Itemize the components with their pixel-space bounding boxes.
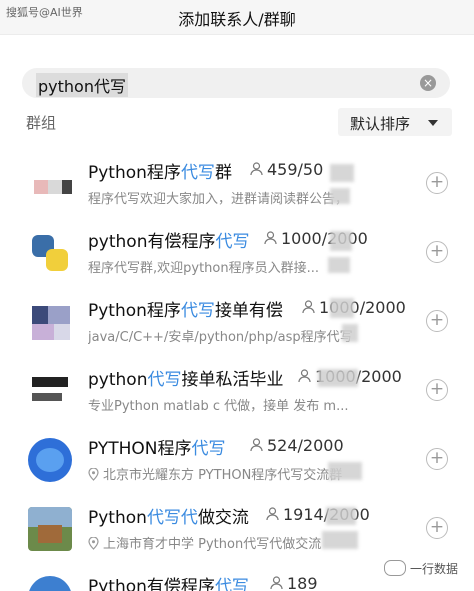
member-count-text: 189 [287,574,318,591]
member-count: 459/50 [250,160,323,179]
privacy-blur [342,324,358,342]
add-group-button[interactable]: + [426,379,448,401]
group-description: 上海市育才中学 Python代写代做交流 [88,533,418,552]
keyword-highlight: 代写 [214,577,249,591]
group-avatar [28,369,72,413]
group-description: java/C/C++/安卓/python/php/asp程序代写 [88,330,353,345]
list-item[interactable]: python代写接单私活毕业 1000/2000 专业Python matlab… [0,355,474,424]
list-item[interactable]: Python代写代做交流 1914/2000 上海市育才中学 Python代写代… [0,493,474,562]
clear-icon[interactable]: × [420,75,436,91]
caret-down-icon [428,120,438,126]
keyword-highlight: 代写 [180,301,215,321]
person-icon [270,576,283,590]
group-description: 程序代写欢迎大家加入，进群请阅读群公告， [88,192,349,207]
member-count-text: 459/50 [267,160,324,179]
location-icon [88,468,99,481]
privacy-blur [328,462,362,480]
sort-dropdown[interactable]: 默认排序 [338,108,452,136]
group-description: 程序代写群,欢迎python程序员入群接... [88,261,320,276]
keyword-highlight: 代写代 [146,508,198,528]
add-group-button[interactable]: + [426,241,448,263]
person-icon [250,438,263,452]
search-input[interactable]: python代写 [36,73,128,97]
add-group-button[interactable]: + [426,172,448,194]
add-group-button[interactable]: + [426,517,448,539]
list-item[interactable]: Python程序代写接单有偿 1000/2000 java/C/C++/安卓/p… [0,286,474,355]
group-name-text: Python [88,508,147,528]
person-icon [302,300,315,314]
group-name: Python程序代写接单有偿 [88,296,283,321]
keyword-highlight: 代写 [191,439,226,459]
person-icon [250,162,263,176]
corner-watermark-text: 一行数据 [410,562,459,576]
keyword-highlight: 代写 [147,370,182,390]
group-avatar [28,300,72,344]
group-name-text: PYTHON程序 [88,439,192,459]
member-count: 189 [270,574,318,591]
member-count: 524/2000 [250,436,344,455]
member-count-text: 1000/2000 [281,229,368,248]
privacy-blur [330,231,352,251]
group-name: Python代写代做交流 [88,503,249,528]
privacy-blur [322,531,358,549]
list-item[interactable]: python有偿程序代写 1000/2000 程序代写群,欢迎python程序员… [0,217,474,286]
group-name: python有偿程序代写 [88,227,249,252]
add-group-button[interactable]: + [426,448,448,470]
group-avatar [28,231,72,275]
person-icon [264,231,277,245]
description-text: 北京市光耀东方 PYTHON程序代写交流群 [103,468,343,483]
group-name-text: 接单私活毕业 [181,370,284,390]
member-count: 1000/2000 [264,229,368,248]
group-description: 北京市光耀东方 PYTHON程序代写交流群 [88,464,418,483]
group-name: PYTHON程序代写 [88,434,226,459]
list-item[interactable]: Python程序代写群 459/50 程序代写欢迎大家加入，进群请阅读群公告， … [0,148,474,217]
privacy-blur [330,298,354,318]
group-avatar [28,507,72,551]
privacy-blur [326,507,356,525]
group-name-text: python [88,370,148,390]
location-icon [88,537,99,550]
search-bar[interactable]: python代写 × [22,68,450,98]
privacy-blur [328,257,350,273]
group-avatar [28,162,72,206]
privacy-blur [318,369,358,387]
privacy-blur [330,188,350,204]
group-name: python代写接单私活毕业 [88,365,283,390]
group-name-text: python有偿程序 [88,232,216,252]
wechat-icon [384,560,406,576]
group-name: Python有偿程序代写 [88,572,249,591]
group-name-text: 做交流 [197,508,249,528]
title-bar: 搜狐号@AI世界 添加联系人/群聊 [0,0,474,35]
page-title: 添加联系人/群聊 [178,10,296,29]
group-name-text: 群 [214,163,232,183]
group-name-text: Python程序 [88,163,181,183]
group-name-text: Python有偿程序 [88,577,215,591]
sort-label: 默认排序 [350,115,411,133]
group-description: 专业Python matlab c 代做，接单 发布 m... [88,399,349,414]
group-name-text: 接单有偿 [214,301,283,321]
keyword-highlight: 代写 [180,163,215,183]
privacy-blur [330,164,354,182]
group-name-text: Python程序 [88,301,181,321]
person-icon [266,507,279,521]
group-avatar [28,438,72,482]
description-text: 上海市育才中学 Python代写代做交流 [103,537,322,552]
group-name: Python程序代写群 [88,158,232,183]
member-count-text: 524/2000 [267,436,344,455]
list-item[interactable]: PYTHON程序代写 524/2000 北京市光耀东方 PYTHON程序代写交流… [0,424,474,493]
person-icon [298,369,311,383]
keyword-highlight: 代写 [215,232,250,252]
corner-watermark: 一行数据 [384,560,458,577]
group-avatar [28,576,72,591]
add-group-button[interactable]: + [426,310,448,332]
category-label: 群组 [26,114,57,132]
